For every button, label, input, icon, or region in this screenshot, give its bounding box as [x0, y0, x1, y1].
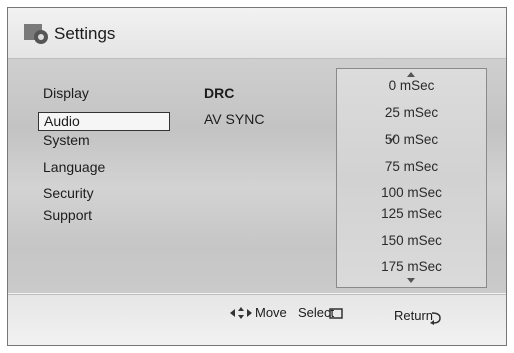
sidebar-item-security[interactable]: Security — [38, 184, 170, 203]
list-item-100-msec[interactable]: 100 mSec — [337, 185, 486, 200]
scroll-up-icon[interactable] — [407, 72, 415, 77]
sidebar-item-language[interactable]: Language — [38, 158, 170, 177]
move-label: Move — [255, 305, 287, 320]
sidebar-item-audio[interactable]: Audio — [38, 112, 170, 131]
footer-hints: Move Select Return — [8, 294, 506, 345]
option-drc[interactable]: DRC — [204, 85, 234, 101]
title-bar: Settings — [8, 8, 506, 59]
arrow-pad-icon — [230, 306, 252, 319]
list-item-125-msec[interactable]: 125 mSec — [337, 206, 486, 221]
list-item-50-msec[interactable]: 50 mSec — [337, 132, 486, 147]
option-av-sync[interactable]: AV SYNC — [204, 111, 264, 127]
enter-button-icon — [329, 307, 343, 319]
settings-window: Settings Display Audio System Language S… — [7, 7, 507, 346]
sidebar-item-system[interactable]: System — [38, 131, 170, 150]
return-arrow-icon — [430, 312, 441, 325]
list-item-175-msec[interactable]: 175 mSec — [337, 259, 486, 274]
sidebar-item-support[interactable]: Support — [38, 206, 170, 225]
select-hint: Select — [298, 305, 343, 320]
return-hint: Return — [394, 305, 442, 325]
sidebar-item-display[interactable]: Display — [38, 84, 170, 103]
list-item-0-msec[interactable]: 0 mSec — [337, 78, 486, 93]
list-item-75-msec[interactable]: 75 mSec — [337, 159, 486, 174]
list-item-150-msec[interactable]: 150 mSec — [337, 233, 486, 248]
settings-content: Display Audio System Language Security S… — [8, 59, 506, 293]
list-item-25-msec[interactable]: 25 mSec — [337, 105, 486, 120]
av-sync-dropdown-list[interactable]: 0 mSec 25 mSec ✔ 50 mSec 75 mSec 100 mSe… — [336, 68, 487, 288]
move-hint: Move — [230, 305, 287, 320]
scroll-down-icon[interactable] — [407, 278, 415, 283]
settings-gear-icon — [24, 24, 48, 44]
page-title: Settings — [54, 24, 116, 43]
return-label: Return — [394, 307, 434, 323]
